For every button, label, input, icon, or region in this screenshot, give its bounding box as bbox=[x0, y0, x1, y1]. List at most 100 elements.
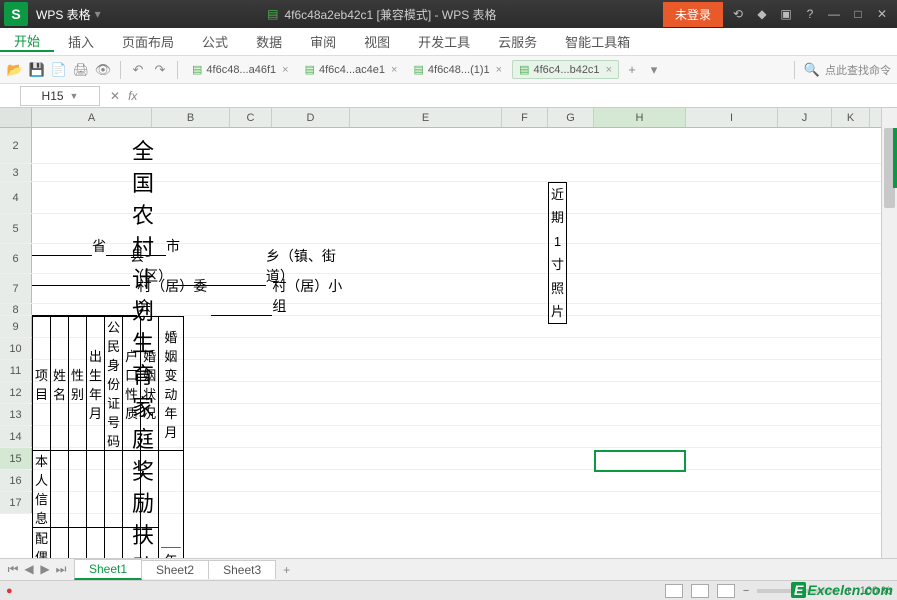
col-header-F[interactable]: F bbox=[502, 108, 548, 127]
row-header-5[interactable]: 5 bbox=[0, 214, 32, 243]
row-header-8[interactable]: 8 bbox=[0, 304, 32, 315]
maximize-button[interactable]: □ bbox=[847, 4, 869, 24]
menu-insert[interactable]: 插入 bbox=[54, 32, 108, 51]
row-header-11[interactable]: 11 bbox=[0, 360, 32, 381]
cell[interactable] bbox=[123, 451, 141, 528]
row-header-12[interactable]: 12 bbox=[0, 382, 32, 403]
row-header-9[interactable]: 9 bbox=[0, 316, 32, 337]
redo-icon[interactable]: ↷ bbox=[151, 61, 169, 79]
sheet-tab-3[interactable]: Sheet3 bbox=[208, 560, 276, 579]
row-header-15[interactable]: 15 bbox=[0, 448, 32, 469]
col-header-J[interactable]: J bbox=[778, 108, 832, 127]
col-header-C[interactable]: C bbox=[230, 108, 272, 127]
separator bbox=[177, 61, 178, 79]
menu-bar: 开始 插入 页面布局 公式 数据 审阅 视图 开发工具 云服务 智能工具箱 bbox=[0, 28, 897, 56]
hdr-name: 姓名 bbox=[51, 317, 69, 451]
menu-start[interactable]: 开始 bbox=[0, 31, 54, 52]
help-icon[interactable]: ? bbox=[799, 4, 821, 24]
tab-list-icon[interactable]: ▾ bbox=[645, 61, 663, 79]
separator bbox=[120, 61, 121, 79]
col-header-D[interactable]: D bbox=[272, 108, 350, 127]
close-icon[interactable]: × bbox=[391, 64, 397, 76]
col-header-B[interactable]: B bbox=[152, 108, 230, 127]
login-button[interactable]: 未登录 bbox=[663, 2, 723, 27]
doc-tab-1[interactable]: ▤4f6c48...a46f1× bbox=[186, 61, 295, 78]
save-icon[interactable]: 💾 bbox=[28, 61, 46, 79]
sheet-nav-first-icon[interactable]: ⏮ bbox=[6, 562, 20, 577]
doc-tab-2[interactable]: ▤4f6c4...ac4e1× bbox=[299, 61, 404, 78]
open-icon[interactable]: 📂 bbox=[6, 61, 24, 79]
close-icon[interactable]: × bbox=[496, 64, 502, 76]
row-header-2[interactable]: 2 bbox=[0, 128, 32, 163]
view-page-icon[interactable] bbox=[691, 584, 709, 598]
formula-bar: H15▼ ✕ fx bbox=[0, 84, 897, 108]
cell[interactable] bbox=[69, 451, 87, 528]
minimize-button[interactable]: — bbox=[823, 4, 845, 24]
search-command-input[interactable]: 点此查找命令 bbox=[825, 62, 891, 78]
cell[interactable] bbox=[141, 451, 159, 528]
sheet-nav-last-icon[interactable]: ⏭ bbox=[54, 562, 68, 577]
col-header-H[interactable]: H bbox=[594, 108, 686, 127]
menu-data[interactable]: 数据 bbox=[242, 32, 296, 51]
menu-formula[interactable]: 公式 bbox=[188, 32, 242, 51]
undo-icon[interactable]: ↶ bbox=[129, 61, 147, 79]
menu-dev-tools[interactable]: 开发工具 bbox=[404, 32, 484, 51]
hdr-birth: 出生年月 bbox=[87, 317, 105, 451]
row-header-7[interactable]: 7 bbox=[0, 274, 32, 303]
label-province: 省 bbox=[92, 236, 106, 256]
col-header-A[interactable]: A bbox=[32, 108, 152, 127]
col-header-K[interactable]: K bbox=[832, 108, 870, 127]
row-header-17[interactable]: 17 bbox=[0, 492, 32, 513]
zoom-out-icon[interactable]: − bbox=[743, 585, 749, 597]
preview-icon[interactable]: 👁 bbox=[94, 61, 112, 79]
sync-icon[interactable]: ⟲ bbox=[727, 4, 749, 24]
close-icon[interactable]: × bbox=[606, 64, 612, 76]
record-icon[interactable]: ● bbox=[6, 585, 13, 597]
app-name: WPS 表格 bbox=[36, 6, 91, 23]
sheet-nav-next-icon[interactable]: ▶ bbox=[38, 562, 52, 577]
row-header-16[interactable]: 16 bbox=[0, 470, 32, 491]
menu-review[interactable]: 审阅 bbox=[296, 32, 350, 51]
row-header-3[interactable]: 3 bbox=[0, 164, 32, 181]
cell[interactable] bbox=[51, 451, 69, 528]
cell[interactable] bbox=[105, 451, 123, 528]
row-header-13[interactable]: 13 bbox=[0, 404, 32, 425]
row-header-4[interactable]: 4 bbox=[0, 182, 32, 213]
search-icon[interactable]: 🔍 bbox=[803, 61, 821, 79]
col-header-G[interactable]: G bbox=[548, 108, 594, 127]
print-icon[interactable]: 🖨 bbox=[72, 61, 90, 79]
sheet-tab-1[interactable]: Sheet1 bbox=[74, 559, 142, 580]
row-header-14[interactable]: 14 bbox=[0, 426, 32, 447]
select-all-corner[interactable] bbox=[0, 108, 32, 127]
accept-icon[interactable]: fx bbox=[128, 89, 137, 103]
doc-tab-4[interactable]: ▤4f6c4...b42c1× bbox=[512, 60, 619, 79]
cancel-icon[interactable]: ✕ bbox=[110, 89, 120, 103]
row-header-10[interactable]: 10 bbox=[0, 338, 32, 359]
settings-icon[interactable]: ◆ bbox=[751, 4, 773, 24]
close-icon[interactable]: × bbox=[282, 64, 288, 76]
add-sheet-icon[interactable]: + bbox=[275, 563, 298, 577]
formula-input[interactable] bbox=[147, 94, 897, 98]
label-village-group: 村（居）小组 bbox=[272, 276, 346, 316]
sheet-tab-2[interactable]: Sheet2 bbox=[141, 560, 209, 579]
col-header-E[interactable]: E bbox=[350, 108, 502, 127]
name-box[interactable]: H15▼ bbox=[20, 86, 100, 106]
app-logo: S bbox=[4, 2, 28, 26]
menu-cloud[interactable]: 云服务 bbox=[484, 32, 551, 51]
add-tab-icon[interactable]: + bbox=[623, 61, 641, 79]
view-break-icon[interactable] bbox=[717, 584, 735, 598]
column-headers: A B C D E F G H I J K bbox=[0, 108, 897, 128]
view-normal-icon[interactable] bbox=[665, 584, 683, 598]
row-header-6[interactable]: 6 bbox=[0, 244, 32, 273]
export-icon[interactable]: 📄 bbox=[50, 61, 68, 79]
vertical-scrollbar[interactable] bbox=[881, 108, 897, 588]
sheet-nav-prev-icon[interactable]: ◀ bbox=[22, 562, 36, 577]
cell[interactable] bbox=[87, 451, 105, 528]
close-button[interactable]: ✕ bbox=[871, 4, 893, 24]
menu-view[interactable]: 视图 bbox=[350, 32, 404, 51]
menu-page-layout[interactable]: 页面布局 bbox=[108, 32, 188, 51]
doc-tab-3[interactable]: ▤4f6c48...(1)1× bbox=[407, 61, 508, 78]
skin-icon[interactable]: ▣ bbox=[775, 4, 797, 24]
col-header-I[interactable]: I bbox=[686, 108, 778, 127]
menu-smart-tools[interactable]: 智能工具箱 bbox=[551, 32, 644, 51]
